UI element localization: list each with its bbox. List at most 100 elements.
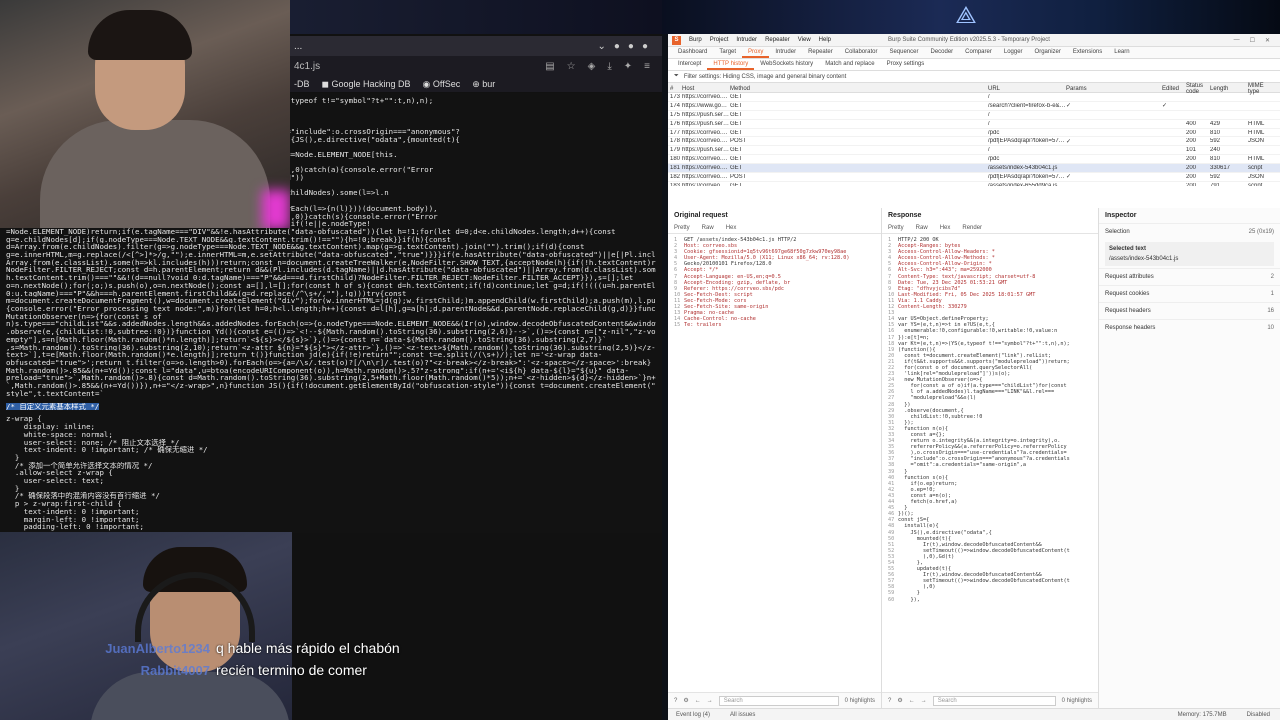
tab-pretty[interactable]: Pretty [888,225,904,231]
back-icon[interactable]: ← [909,698,915,704]
tab-label[interactable]: ... [294,41,302,52]
column-header[interactable]: Host [682,86,730,92]
tab-intruder[interactable]: Intruder [769,47,802,58]
menu-project[interactable]: Project [710,37,729,43]
inspector-section[interactable]: Response headers 10 [1099,319,1280,336]
table-row[interactable]: 174https://www.google.comGET/search?clie… [668,102,1280,111]
table-cell: https://push.services.mozilla.com [682,147,730,154]
table-row[interactable]: 182 https://corrveo.sbs POST/pdf|EPAsdq/ap… [668,173,1280,182]
column-header[interactable]: # [670,86,682,92]
table-row[interactable]: 176https://push.services.mozilla.comGET /… [668,120,1280,129]
forward-icon[interactable]: → [707,698,713,704]
menu-help[interactable]: Help [819,37,831,43]
table-cell: https://www.google.com [682,102,730,109]
request-editor[interactable]: 1 GET /assets/index-543b04c1.js HTTP/2 2 Ho… [668,234,881,331]
request-title[interactable]: Original request [668,208,881,223]
browser-tab-strip[interactable]: ... ⌄ ● ● ● [290,36,662,56]
search-input[interactable]: Search [718,695,839,706]
column-header[interactable]: Edited [1162,86,1186,92]
filter-icon[interactable]: ⏷ [674,73,679,80]
settings-icon[interactable]: ⚙ [683,697,688,704]
inspector-selection[interactable]: Selection 25 (0x19) [1099,223,1280,240]
tab-raw[interactable]: Raw [916,225,928,231]
inspector-section[interactable]: Request cookies 1 [1099,285,1280,302]
back-icon[interactable]: ← [695,698,701,704]
table-row[interactable]: 180 https://corrveo.sbs GET/pdc 200 810 HTML [668,155,1280,165]
subtab-proxy-settings[interactable]: Proxy settings [881,59,931,70]
table-cell: 179 [670,147,681,154]
column-header[interactable]: URL [988,86,1066,92]
tab-raw[interactable]: Raw [702,225,714,231]
tab-decoder[interactable]: Decoder [924,47,959,58]
line-text: Referer: https://corrveo.sbs/pdc [684,285,784,292]
close-icon[interactable]: ● [642,41,648,52]
menu-intruder[interactable]: Intruder [736,37,757,43]
column-header[interactable]: Status code [1186,83,1210,95]
url-fragment[interactable]: 4c1.js [294,61,320,72]
table-row[interactable]: 175https://push.services.mozilla.comGET / [668,111,1280,120]
filter-bar[interactable]: ⏷ Filter settings: Hiding CSS, image and… [668,71,1280,83]
tab-dashboard[interactable]: Dashboard [672,47,713,58]
menu-burp[interactable]: Burp [689,37,702,43]
all-issues-link[interactable]: All issues [730,712,755,718]
subtab-http-history[interactable]: HTTP history [707,59,755,70]
inspector-section[interactable]: Request headers 16 [1099,302,1280,319]
chevron-down-icon[interactable]: ⌄ [597,41,605,52]
event-log-link[interactable]: Event log (4) [676,712,710,718]
menu-view[interactable]: View [798,37,811,43]
star-icon[interactable]: ☆ [567,61,576,72]
menu-repeater[interactable]: Repeater [765,37,790,43]
forward-icon[interactable]: → [921,698,927,704]
subtab-intercept[interactable]: Intercept [672,59,707,70]
tab-target[interactable]: Target [713,47,742,58]
table-row[interactable]: 177 https://corrveo.sbs GET/pdc 200 810 HTML [668,129,1280,138]
tab-organizer[interactable]: Organizer [1029,47,1067,58]
bookmark-item[interactable]: ⊕ bur [472,79,495,90]
column-header[interactable]: Method [730,86,988,92]
selected-text-value[interactable]: /assets/index-543b04c1.js [1109,256,1270,262]
subtab-websockets-history[interactable]: WebSockets history [754,59,819,70]
column-header[interactable]: MIME type [1248,83,1272,95]
tab-hex[interactable]: Hex [726,225,737,231]
search-input[interactable]: Search [932,695,1056,706]
extensions-icon[interactable]: ✦ [624,61,632,72]
menu-icon[interactable]: ≡ [644,61,650,72]
disabled-toggle[interactable]: Disabled [1247,712,1270,718]
tab-hex[interactable]: Hex [940,225,951,231]
subtab-match-and-replace[interactable]: Match and replace [819,59,880,70]
help-icon[interactable]: ? [888,698,891,704]
inspector-section[interactable]: Request attributes 2 [1099,268,1280,285]
table-row[interactable]: 178 https://corrveo.sbs POST/pdf|EPAsdq/ap… [668,137,1280,147]
settings-icon[interactable]: ⚙ [897,697,902,704]
tab-pretty[interactable]: Pretty [674,225,690,231]
shield-icon[interactable]: ◈ [588,61,596,72]
maximize-icon[interactable]: ● [628,41,634,52]
download-icon[interactable]: ⤓ [607,61,611,72]
table-row[interactable]: 183 https://corrveo.sbs GET/assets/index-6… [668,182,1280,186]
table-row[interactable]: 181 https://corrveo.sbs GET/assets/index-5… [668,164,1280,174]
close-icon[interactable]: ✕ [1265,37,1270,44]
tab-repeater[interactable]: Repeater [802,47,839,58]
tab-extensions[interactable]: Extensions [1067,47,1108,58]
column-header[interactable]: Length [1210,86,1248,92]
filter-text[interactable]: Filter settings: Hiding CSS, image and g… [684,74,846,80]
url-bar[interactable]: 4c1.js ▤ ☆ ◈ ⤓ ✦ ≡ [290,56,662,76]
tab-learn[interactable]: Learn [1108,47,1135,58]
help-icon[interactable]: ? [674,698,677,704]
tab-proxy[interactable]: Proxy [742,47,770,58]
tab-sequencer[interactable]: Sequencer [883,47,924,58]
tab-logger[interactable]: Logger [998,47,1029,58]
bookmark-item[interactable]: -DB [294,79,310,89]
bookmark-item[interactable]: ◼ Google Hacking DB [322,79,411,90]
minimize-icon[interactable]: — [1234,37,1240,44]
reader-icon[interactable]: ▤ [545,61,554,72]
bookmark-item[interactable]: ◉ OffSec [423,79,461,90]
tab-render[interactable]: Render [962,225,982,231]
maximize-icon[interactable]: ☐ [1250,37,1255,44]
response-editor[interactable]: 1 HTTP/2 200 OK 2 Accept-Ranges: bytes 3 Acce… [882,234,1098,606]
column-header[interactable]: Params [1066,86,1162,92]
minimize-icon[interactable]: ● [614,41,620,52]
tab-collaborator[interactable]: Collaborator [839,47,884,58]
tab-comparer[interactable]: Comparer [959,47,998,58]
table-row[interactable]: 179https://push.services.mozilla.comGET /… [668,146,1280,156]
